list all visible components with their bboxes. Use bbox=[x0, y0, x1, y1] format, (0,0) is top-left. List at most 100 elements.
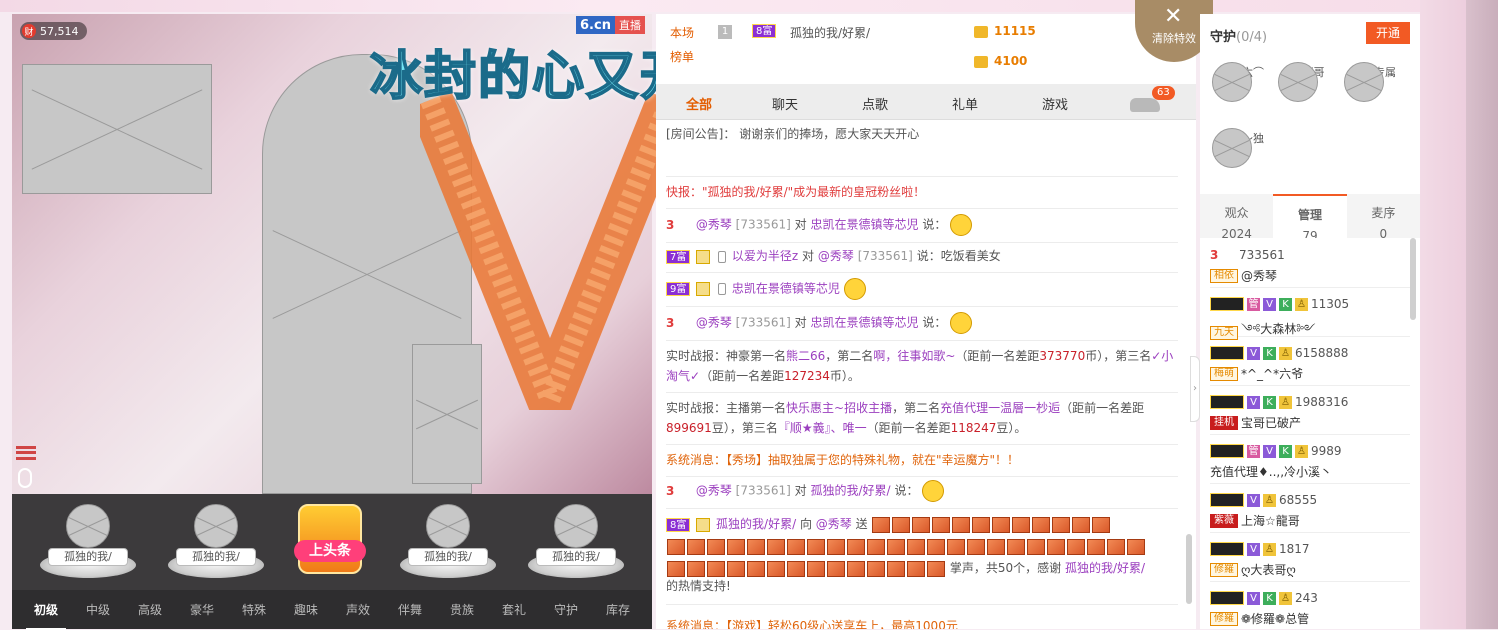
gift-recipient[interactable]: @秀琴 bbox=[816, 517, 852, 531]
car-icon[interactable] bbox=[1130, 98, 1160, 112]
list-item[interactable]: V K ♙ 1988316 挂机 宝哥已破产 bbox=[1210, 387, 1410, 435]
list-item[interactable]: V ♙ 68555 紫薇 上海☆龍哥 bbox=[1210, 485, 1410, 533]
phone-icon bbox=[718, 283, 727, 295]
gift-sender[interactable]: 孤独的我/好累/ bbox=[716, 517, 796, 531]
tab-song[interactable]: 点歌 bbox=[862, 94, 888, 113]
seat-2[interactable]: 孤独的我/ bbox=[168, 502, 264, 582]
system-text[interactable]: 【游戏】轻松60级心送享车上，最高1000元 bbox=[726, 619, 958, 629]
admin-user-list[interactable]: 3 733561 相依 @秀琴 管 V K ♙ 11305 九天 ༺大森林༻ V K ♙ 61588… bbox=[1200, 238, 1420, 629]
ranking-user[interactable]: 孤独的我/好累/ bbox=[790, 24, 870, 41]
applause-gift-icon bbox=[787, 538, 805, 555]
chat-log[interactable]: [房间公告]： 谢谢亲们的捧场，愿大家天天开心 快报："孤独的我/好累/"成为最… bbox=[656, 120, 1196, 629]
level-badge-icon bbox=[1210, 395, 1244, 409]
list-item[interactable]: V ♙ 1817 修羅 ღ大表哥ღ bbox=[1210, 534, 1410, 582]
chat-sender[interactable]: @秀琴 bbox=[696, 484, 732, 498]
chat-recipient[interactable]: 忠凯在景德镇等芯児 bbox=[811, 218, 919, 232]
gift-tab[interactable]: 豪华 bbox=[188, 597, 216, 622]
gift-tab[interactable]: 贵族 bbox=[448, 597, 476, 622]
applause-gift-icon bbox=[667, 538, 685, 555]
gift-sender-thanks[interactable]: 孤独的我/好累/ bbox=[1065, 561, 1145, 575]
battle-text: 豆），第三名 bbox=[711, 421, 778, 435]
applause-gift-icon bbox=[747, 560, 765, 577]
emoji-icon bbox=[922, 480, 945, 502]
chat-recipient[interactable]: 孤独的我/好累/ bbox=[811, 484, 891, 498]
headline-button[interactable]: 上头条 bbox=[294, 502, 370, 584]
battle-name[interactable]: 啊，往事如歌~ bbox=[873, 349, 955, 363]
level-badge-icon bbox=[1210, 444, 1244, 458]
gift-tab[interactable]: 特殊 bbox=[240, 597, 268, 622]
guard-member[interactable]: 相依～独 bbox=[1212, 128, 1272, 168]
seat-4[interactable]: 孤独的我/ bbox=[528, 502, 624, 582]
chat-scrollbar[interactable] bbox=[1186, 534, 1192, 604]
gift-tab[interactable]: 中级 bbox=[84, 597, 112, 622]
divider bbox=[666, 392, 1178, 393]
tab-mic-queue[interactable]: 麦序 0 bbox=[1347, 194, 1420, 241]
chat-to-word: 对 bbox=[794, 217, 807, 232]
battle-name[interactable]: 熊二66 bbox=[786, 349, 825, 363]
microphone-icon[interactable] bbox=[18, 468, 32, 488]
gift-icons-row bbox=[666, 536, 1178, 556]
list-item[interactable]: V K ♙ 6158888 梅萌 *^_^*六爷 bbox=[1210, 338, 1410, 386]
battle-text: ，第二名 bbox=[892, 401, 941, 415]
open-guard-button[interactable]: 开通 bbox=[1366, 22, 1410, 44]
chat-sender[interactable]: @秀琴 bbox=[696, 218, 732, 232]
guard-member[interactable]: 一十六⌒ bbox=[1212, 62, 1272, 102]
list-item[interactable]: 管 V K ♙ 11305 九天 ༺大森林༻ bbox=[1210, 289, 1410, 340]
vip-icon bbox=[696, 249, 711, 264]
anchor-icon: ♙ bbox=[1279, 591, 1292, 605]
chat-sender[interactable]: @秀琴 bbox=[696, 316, 732, 330]
tab-game[interactable]: 游戏 bbox=[1042, 94, 1068, 113]
chat-to-word: 对 bbox=[802, 249, 815, 263]
guard-member[interactable]: 秀琴专属 bbox=[1344, 62, 1404, 102]
applause-gift-icon bbox=[887, 538, 905, 555]
gift-tab[interactable]: 初级 bbox=[25, 597, 67, 630]
list-item[interactable]: V K ♙ 243 修羅 ❁修羅❁总管 bbox=[1210, 583, 1410, 629]
applause-gift-icon bbox=[667, 560, 685, 577]
list-item[interactable]: 3 733561 相依 @秀琴 bbox=[1210, 240, 1410, 288]
battle-name[interactable]: 充值代理一温層一杪逅 bbox=[940, 401, 1060, 415]
seat-1[interactable]: 孤独的我/ bbox=[40, 502, 136, 582]
system-text[interactable]: 【秀场】抽取独属于您的特殊礼物，就在"幸运魔方"！！ bbox=[726, 453, 1019, 467]
tab-chat[interactable]: 聊天 bbox=[772, 94, 798, 113]
user-list-scrollbar[interactable] bbox=[1410, 238, 1416, 320]
tab-all[interactable]: 全部 bbox=[686, 94, 712, 113]
applause-gift-icon bbox=[827, 538, 845, 555]
wealth-badge: 8富 bbox=[666, 517, 691, 532]
chat-recipient[interactable]: @秀琴 bbox=[818, 249, 854, 263]
seat-3[interactable]: 孤独的我/ bbox=[400, 502, 496, 582]
divider bbox=[666, 176, 1178, 177]
crown-badge-icon bbox=[298, 504, 362, 574]
gift-tab[interactable]: 高级 bbox=[136, 597, 164, 622]
divider bbox=[666, 306, 1178, 307]
collapse-panel-button[interactable]: › bbox=[1190, 356, 1200, 422]
chat-sender[interactable]: 以爱为半径z bbox=[732, 249, 798, 263]
tab-admins[interactable]: 管理 79 bbox=[1273, 194, 1347, 243]
chat-sender[interactable]: 忠凯在景德镇等芯児 bbox=[732, 282, 840, 296]
gift-tab[interactable]: 伴舞 bbox=[396, 597, 424, 622]
battle-name[interactable]: 『顺★義』、唯一 bbox=[778, 421, 867, 435]
gift-tab[interactable]: 库存 bbox=[604, 597, 632, 622]
applause-gift-icon bbox=[847, 560, 865, 577]
list-item[interactable]: 管 V K ♙ 9989 充值代理♦..,,冷小溪丶 bbox=[1210, 436, 1410, 484]
list-icon[interactable] bbox=[16, 446, 36, 460]
tab-audience[interactable]: 观众 2024 bbox=[1200, 194, 1273, 241]
applause-gift-icon bbox=[1027, 538, 1045, 555]
gift-tab[interactable]: 套礼 bbox=[500, 597, 528, 622]
guard-avatar bbox=[1278, 62, 1318, 102]
emoji-icon bbox=[950, 312, 973, 334]
chat-recipient[interactable]: 忠凯在景德镇等芯児 bbox=[811, 316, 919, 330]
chat-say: 说： bbox=[922, 217, 947, 232]
seat-name: 孤独的我/ bbox=[48, 548, 128, 566]
tab-gift-list[interactable]: 礼单 bbox=[952, 94, 978, 113]
divider bbox=[666, 508, 1178, 509]
gift-tab[interactable]: 趣味 bbox=[292, 597, 320, 622]
battle-name[interactable]: 快乐惠主~招收主播 bbox=[786, 401, 892, 415]
chat-message: 7富 以爱为半径z 对 @秀琴 [733561] 说：吃饭看美女 bbox=[666, 246, 1178, 266]
gift-tab[interactable]: 声效 bbox=[344, 597, 372, 622]
applause-gift-icon bbox=[787, 560, 805, 577]
user-id: 68555 bbox=[1279, 493, 1318, 507]
gift-tab[interactable]: 守护 bbox=[552, 597, 580, 622]
guard-member[interactable]: 啊辆哥 bbox=[1278, 62, 1338, 102]
crown-level-icon: 3 bbox=[666, 316, 675, 330]
battle-gap: 127234 bbox=[784, 369, 830, 383]
